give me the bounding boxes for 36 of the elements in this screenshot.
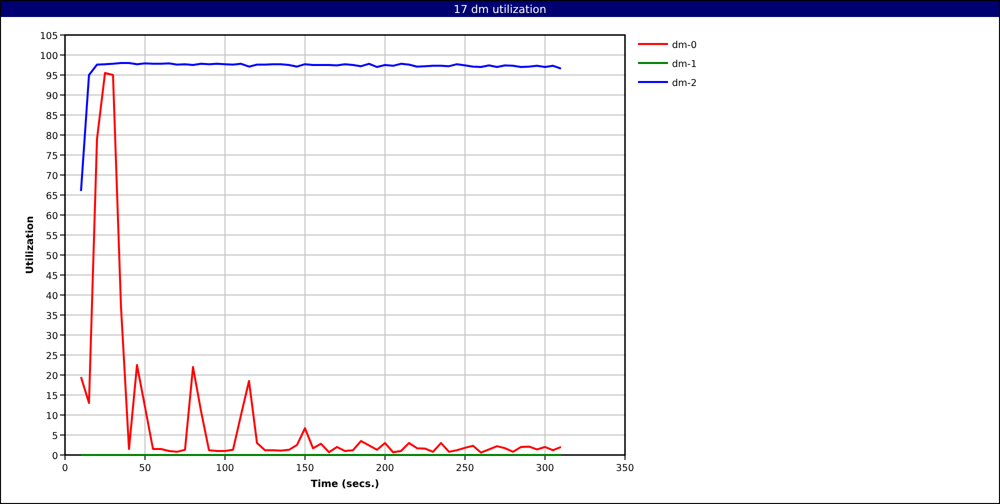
y-tick-label: 25 bbox=[46, 351, 58, 362]
y-tick-label: 10 bbox=[46, 411, 58, 422]
y-tick-label: 40 bbox=[46, 291, 58, 302]
x-tick-label: 150 bbox=[296, 463, 314, 474]
y-tick-label: 30 bbox=[46, 331, 58, 342]
x-tick-label: 100 bbox=[216, 463, 234, 474]
y-tick-label: 95 bbox=[46, 71, 58, 82]
x-tick-label: 50 bbox=[138, 463, 152, 474]
y-tick-label: 85 bbox=[46, 111, 58, 122]
x-tick-label: 250 bbox=[456, 463, 474, 474]
y-tick-label: 70 bbox=[46, 171, 58, 182]
x-axis-label: Time (secs.) bbox=[310, 479, 380, 490]
y-tick-label: 15 bbox=[46, 391, 58, 402]
y-tick-label: 0 bbox=[52, 451, 58, 462]
y-tick-label: 75 bbox=[46, 151, 58, 162]
x-tick-label: 200 bbox=[376, 463, 394, 474]
y-tick-label: 20 bbox=[46, 371, 58, 382]
window-title: 17 dm utilization bbox=[1, 1, 999, 18]
y-tick-label: 55 bbox=[46, 231, 58, 242]
y-tick-label: 65 bbox=[46, 191, 58, 202]
y-tick-label: 45 bbox=[46, 271, 58, 282]
y-axis-label: Utilization bbox=[25, 216, 36, 274]
y-tick-label: 80 bbox=[46, 131, 58, 142]
x-tick-label: 350 bbox=[616, 463, 634, 474]
x-tick-label: 0 bbox=[62, 463, 68, 474]
y-tick-label: 60 bbox=[46, 211, 58, 222]
legend-label: dm-1 bbox=[672, 59, 697, 70]
y-tick-label: 90 bbox=[46, 91, 58, 102]
x-tick-label: 300 bbox=[536, 463, 554, 474]
y-tick-label: 105 bbox=[40, 31, 58, 42]
y-tick-label: 50 bbox=[46, 251, 58, 262]
y-tick-label: 100 bbox=[40, 51, 58, 62]
y-tick-label: 5 bbox=[52, 431, 58, 442]
legend-label: dm-0 bbox=[672, 40, 697, 51]
y-tick-label: 35 bbox=[46, 311, 58, 322]
legend-label: dm-2 bbox=[672, 78, 697, 89]
